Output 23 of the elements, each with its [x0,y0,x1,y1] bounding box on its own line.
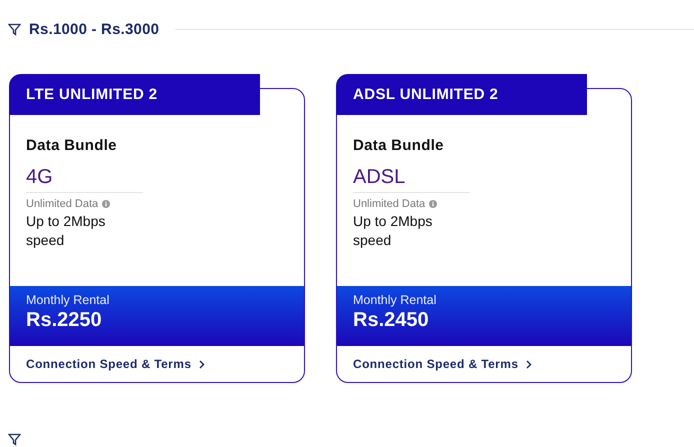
chevron-right-icon [526,360,532,368]
data-label: Unlimited Data [353,198,426,210]
rental-label: Monthly Rental [26,293,110,307]
plan-type: ADSL [353,166,470,193]
data-label: Unlimited Data [26,198,98,210]
plan-name: ADSL UNLIMITED 2 [336,74,587,115]
price: Rs.2250 [26,309,103,332]
speed-text: Up to 2Mbps speed [26,212,106,250]
speed-text: Up to 2Mbps speed [353,212,434,250]
plan-category: Data Bundle [353,137,445,154]
terms-link[interactable]: Connection Speed & Terms [10,346,304,382]
rental-label: Monthly Rental [353,293,438,307]
info-icon[interactable] [102,200,110,208]
filter-icon [8,22,21,36]
price: Rs.2450 [353,309,430,332]
plan-category: Data Bundle [26,137,118,154]
terms-link[interactable]: Connection Speed & Terms [337,346,631,382]
chevron-right-icon [199,360,206,368]
info-icon[interactable] [429,200,438,208]
price-range-heading: Rs.1000 - Rs.3000 [29,20,160,38]
plan-name: LTE UNLIMITED 2 [9,74,260,115]
filter-icon [8,433,21,446]
plan-type: 4G [26,166,143,193]
